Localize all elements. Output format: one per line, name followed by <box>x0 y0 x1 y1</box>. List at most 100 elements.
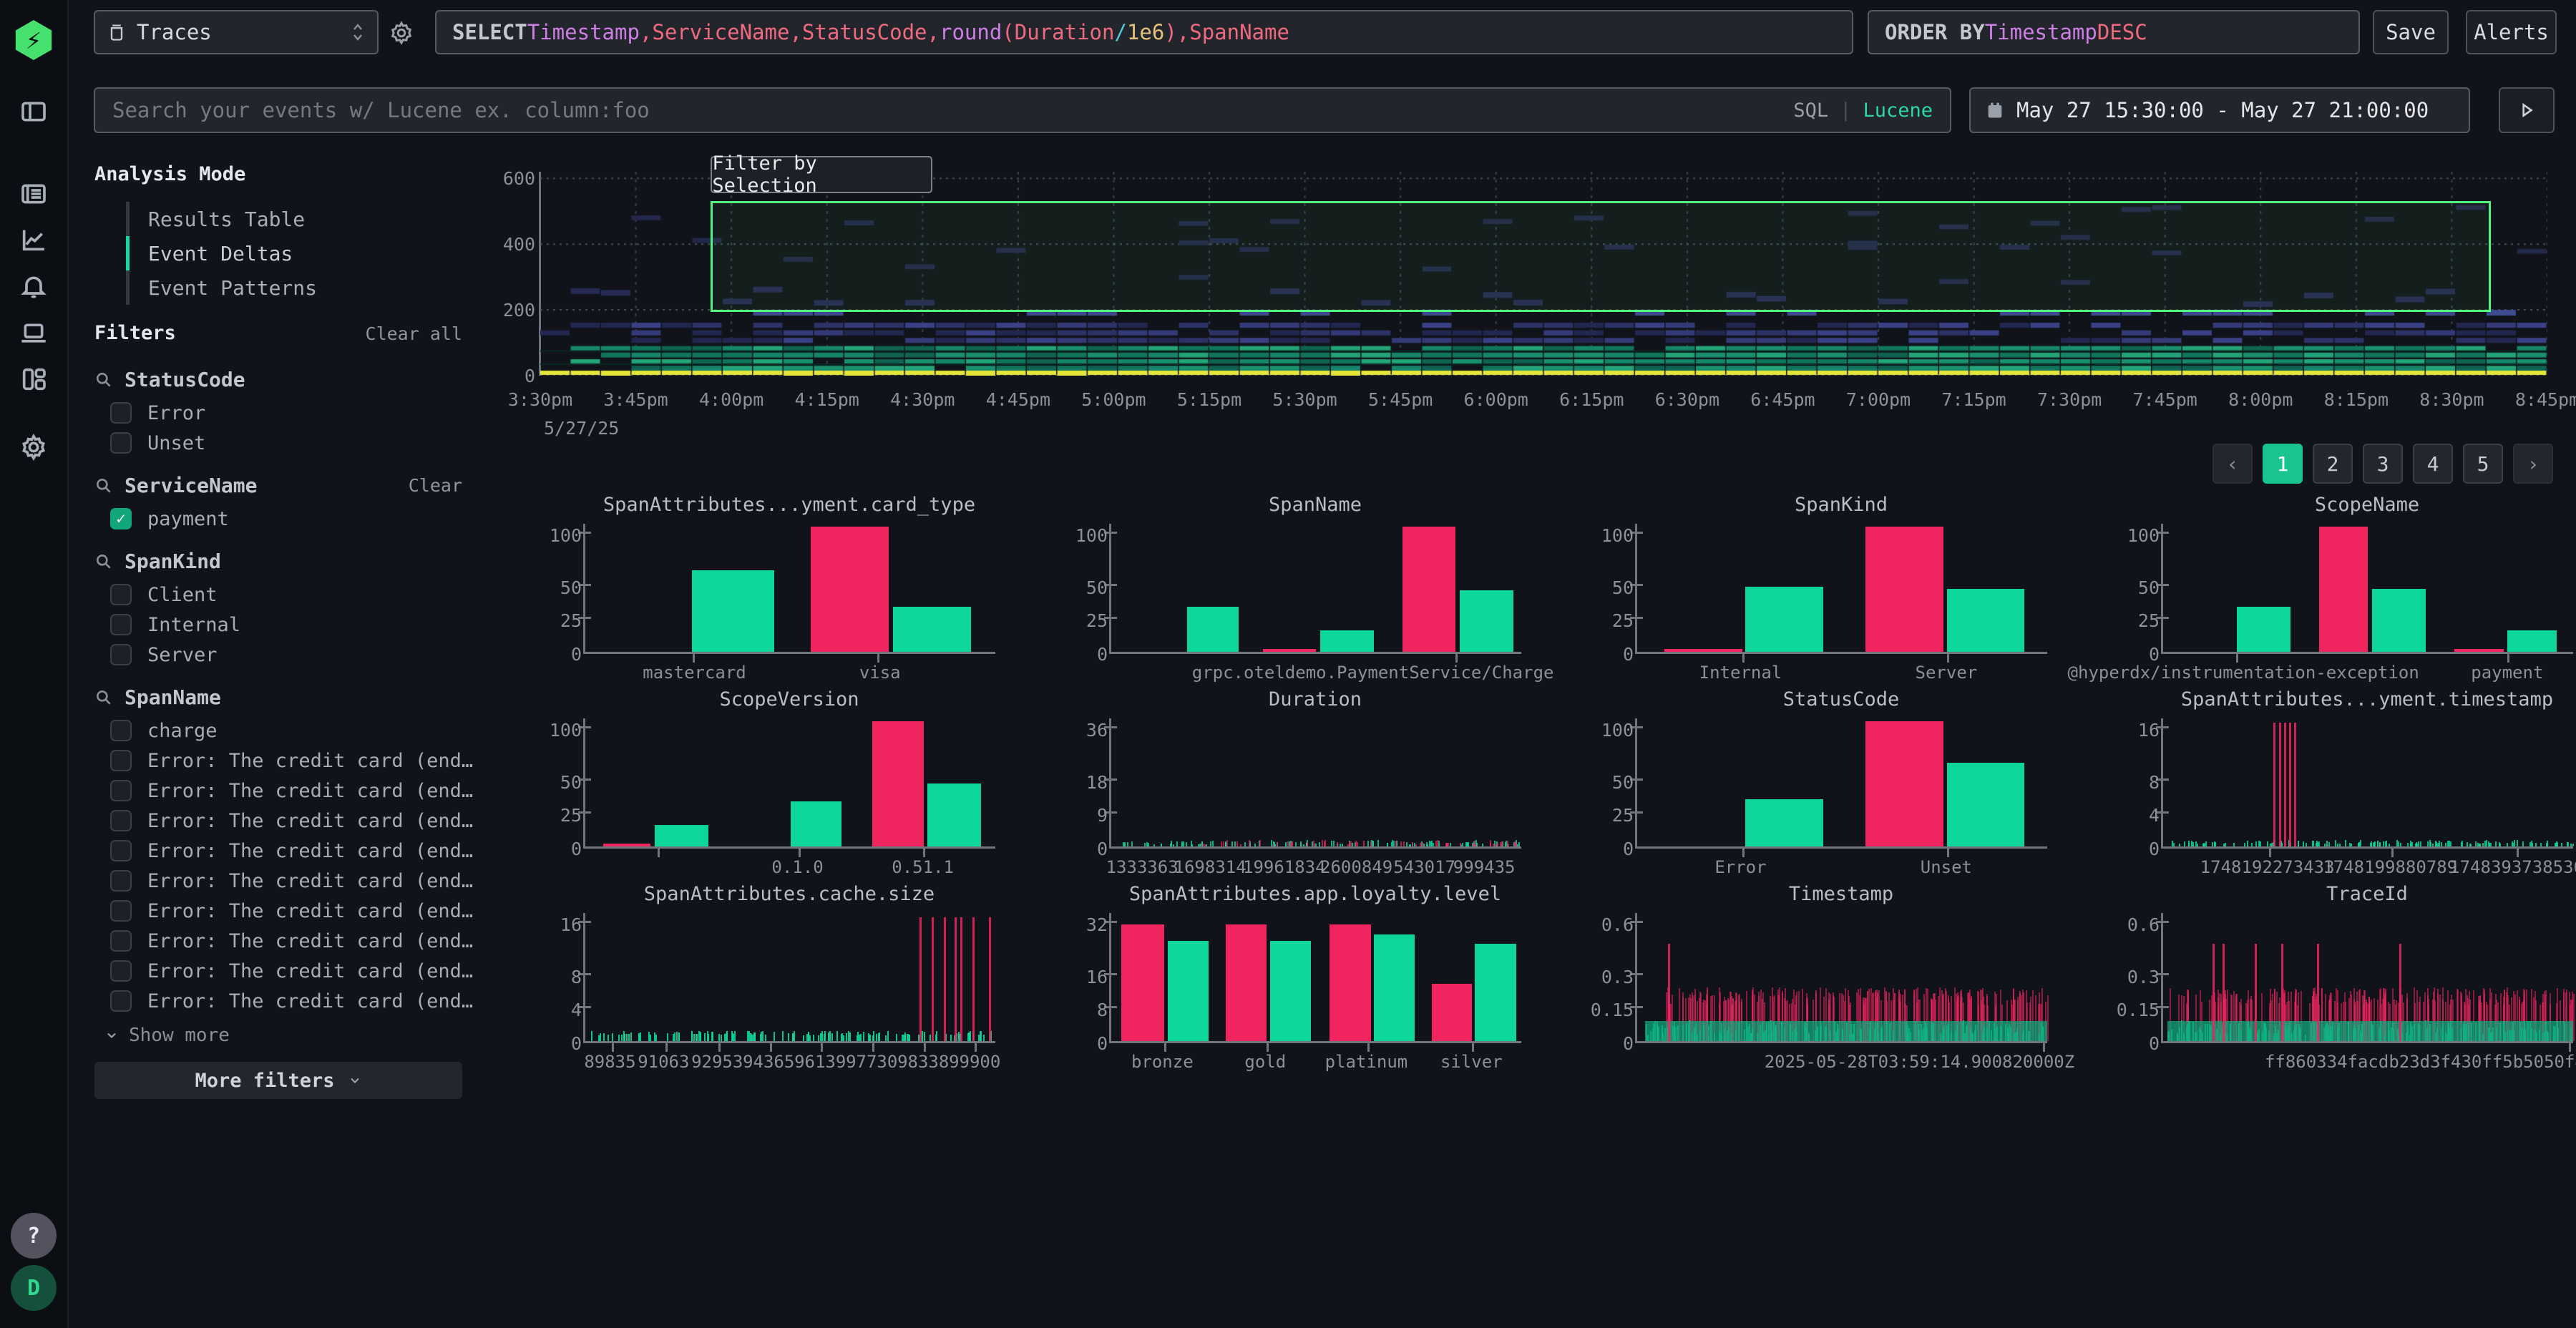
toggle-sql[interactable]: SQL <box>1793 99 1828 122</box>
filter-option[interactable]: Error: The credit card (end… <box>110 776 473 806</box>
page-button-1[interactable]: 1 <box>2263 444 2303 484</box>
checkbox[interactable] <box>110 644 132 665</box>
select-query-input[interactable]: SELECT Timestamp,ServiceName,StatusCode,… <box>435 10 1853 54</box>
checkbox[interactable] <box>110 840 132 861</box>
checkbox[interactable] <box>110 432 132 454</box>
page-button-5[interactable]: 5 <box>2463 444 2503 484</box>
filter-option[interactable]: Unset <box>110 428 205 458</box>
search-icon[interactable] <box>94 552 113 571</box>
filter-option[interactable]: Error: The credit card (end… <box>110 986 473 1016</box>
mini-chart-scopename[interactable]: ScopeName02550100@hyperdx/instrumentatio… <box>2104 494 2576 678</box>
checkbox[interactable] <box>110 990 132 1012</box>
outlier-bar-value-110[interactable] <box>811 527 889 652</box>
search-input[interactable]: Search your events w/ Lucene ex. column:… <box>94 87 1951 133</box>
inlier-bar-value-27[interactable] <box>1270 941 1311 1042</box>
show-more-link[interactable]: Show more <box>104 1025 230 1046</box>
mini-chart-spanname[interactable]: SpanName02550100grpc.oteldemo.PaymentSer… <box>1052 494 1538 678</box>
checkbox[interactable] <box>110 930 132 952</box>
checkbox-checked[interactable]: ✓ <box>110 508 132 529</box>
filter-option[interactable]: Error: The credit card (end… <box>110 956 473 986</box>
inlier-bar-value-34[interactable] <box>1187 607 1239 652</box>
clear-all-link[interactable]: Clear all <box>366 323 462 344</box>
filter-option[interactable]: Error: The credit card (end… <box>110 896 473 926</box>
log-viewer-icon[interactable] <box>18 178 49 210</box>
avatar[interactable]: D <box>11 1265 57 1311</box>
filter-option[interactable]: Error: The credit card (end… <box>110 746 473 776</box>
checkbox[interactable] <box>110 614 132 635</box>
inlier-bar-value-16[interactable] <box>655 825 708 846</box>
mini-chart-duration[interactable]: Duration09183613333631698314199618342600… <box>1052 688 1538 873</box>
search-icon[interactable] <box>94 477 113 495</box>
inlier-bar-value-29[interactable] <box>1374 934 1415 1041</box>
checkbox[interactable] <box>110 750 132 771</box>
mode-event-deltas[interactable]: Event Deltas <box>126 236 293 270</box>
line-chart-icon[interactable] <box>18 224 49 255</box>
outlier-bar-value-2[interactable] <box>2454 649 2504 652</box>
inlier-bar-value-48[interactable] <box>2372 589 2425 652</box>
filter-option[interactable]: ✓payment <box>110 504 229 534</box>
mini-chart-timestamp[interactable]: Timestamp00.150.30.62025-05-28T03:59:14.… <box>1578 883 2064 1068</box>
filter-option[interactable]: Internal <box>110 610 240 640</box>
run-query-button[interactable] <box>2499 87 2555 133</box>
outlier-bar-value-110[interactable] <box>1865 721 1943 846</box>
filter-option[interactable]: Client <box>110 580 218 610</box>
page-button-4[interactable]: 4 <box>2413 444 2453 484</box>
filter-by-selection-button[interactable]: Filter by Selection <box>711 156 932 193</box>
selection-rectangle[interactable] <box>711 201 2491 312</box>
filter-option[interactable]: Error: The credit card (end… <box>110 866 473 896</box>
page-next-button[interactable]: › <box>2513 444 2553 484</box>
mini-chart-spanattributes-yment-card-type[interactable]: SpanAttributes...yment.card_type02550100… <box>526 494 1013 678</box>
checkbox[interactable] <box>110 900 132 922</box>
panels-icon[interactable] <box>18 96 49 127</box>
mini-chart-spankind[interactable]: SpanKind02550100InternalServer <box>1578 494 2064 678</box>
inlier-bar-value-27[interactable] <box>1168 941 1209 1042</box>
inlier-bar-value-34[interactable] <box>893 607 971 652</box>
checkbox[interactable] <box>110 960 132 982</box>
outlier-bar-value-2[interactable] <box>1664 649 1742 652</box>
outlier-bar-value-14[interactable] <box>1432 984 1472 1041</box>
search-icon[interactable] <box>94 371 113 389</box>
outlier-bar-value-110[interactable] <box>872 721 924 846</box>
mini-chart-traceid[interactable]: TraceId00.150.30.6ff860334facdb23d3f430f… <box>2104 883 2576 1068</box>
inlier-bar-value-47[interactable] <box>1460 590 1513 652</box>
date-range-picker[interactable]: May 27 15:30:00 - May 27 21:00:00 <box>1969 87 2470 133</box>
settings-gear-icon[interactable] <box>18 431 49 463</box>
hyperdx-logo-icon[interactable]: ⚡ <box>14 20 54 60</box>
save-button[interactable]: Save <box>2373 10 2449 54</box>
filter-option[interactable]: charge <box>110 716 218 746</box>
filter-option[interactable]: Error: The credit card (end… <box>110 836 473 866</box>
mini-chart-spanattributes-yment-timestamp[interactable]: SpanAttributes...yment.timestamp04816174… <box>2104 688 2576 873</box>
toggle-lucene[interactable]: Lucene <box>1863 99 1933 122</box>
alerts-button[interactable]: Alerts <box>2466 10 2557 54</box>
alerts-bell-icon[interactable] <box>18 270 49 302</box>
page-prev-button[interactable]: ‹ <box>2212 444 2253 484</box>
inlier-bar-value-34[interactable] <box>791 801 842 846</box>
outlier-bar-value-110[interactable] <box>1865 527 1943 652</box>
source-settings-gear-icon[interactable] <box>389 20 414 46</box>
checkbox[interactable] <box>110 810 132 831</box>
mode-event-patterns[interactable]: Event Patterns <box>126 270 317 305</box>
outlier-bar-value-110[interactable] <box>1402 527 1455 652</box>
inlier-bar-value-16[interactable] <box>1320 630 1373 652</box>
inlier-bar-value-48[interactable] <box>927 783 980 846</box>
more-filters-button[interactable]: More filters <box>94 1062 462 1099</box>
source-select[interactable]: Traces <box>94 10 379 54</box>
mini-chart-spanattributes-cache-size[interactable]: SpanAttributes.cache.size048168983591063… <box>526 883 1013 1068</box>
outlier-bar-value-2[interactable] <box>1263 649 1316 652</box>
inlier-bar-value-68[interactable] <box>1947 763 2025 846</box>
outlier-bar-value-32[interactable] <box>1330 924 1371 1041</box>
mini-chart-statuscode[interactable]: StatusCode02550100ErrorUnset <box>1578 688 2064 873</box>
checkbox[interactable] <box>110 780 132 801</box>
mode-results-table[interactable]: Results Table <box>126 202 305 236</box>
help-button[interactable]: ? <box>11 1213 57 1259</box>
query-language-toggle[interactable]: SQL | Lucene <box>1793 99 1933 122</box>
inlier-bar-value-48[interactable] <box>1947 589 2025 652</box>
filter-option[interactable]: Error: The credit card (end… <box>110 806 473 836</box>
filter-option[interactable]: Server <box>110 640 218 670</box>
clear-group-link[interactable]: Clear <box>409 475 462 496</box>
outlier-bar-value-32[interactable] <box>1121 924 1164 1041</box>
inlier-bar-value-50[interactable] <box>1745 587 1823 652</box>
inlier-bar-value-16[interactable] <box>2507 630 2557 652</box>
checkbox[interactable] <box>110 720 132 741</box>
outlier-bar-value-32[interactable] <box>1226 924 1267 1041</box>
